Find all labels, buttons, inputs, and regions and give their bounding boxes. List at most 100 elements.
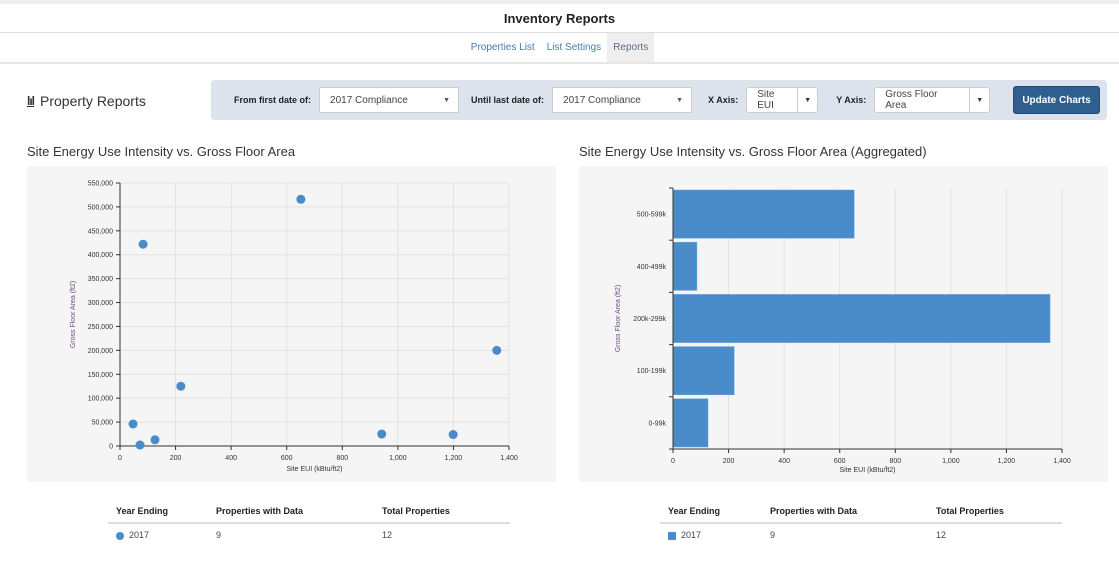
col-total-properties: Total Properties — [928, 500, 1062, 524]
bar — [672, 189, 855, 239]
sub-navigation: Properties List List Settings Reports — [0, 33, 1119, 64]
y-tick-label: 550,000 — [88, 181, 113, 188]
y-axis-dropdown[interactable]: Gross Floor Area ▼ — [874, 87, 991, 113]
y-tick-label: 500-599k — [637, 212, 667, 219]
until-date-value: 2017 Compliance — [563, 94, 641, 106]
x-tick-label: 1,200 — [998, 458, 1016, 465]
chevron-down-icon[interactable]: ▼ — [798, 87, 819, 113]
until-date-label: Until last date of: — [471, 95, 545, 105]
nav-list-settings[interactable]: List Settings — [541, 33, 607, 62]
x-tick-label: 400 — [225, 455, 237, 462]
scatter-chart: 0 200 400 600 800 1,000 1,200 1,400 0 50,000 100,0… — [70, 181, 518, 474]
data-point — [128, 419, 138, 429]
y-tick-label: 100-199k — [637, 368, 667, 375]
x-tick-label: 800 — [336, 455, 348, 462]
caret-down-icon: ▼ — [676, 96, 684, 104]
x-axis-dropdown[interactable]: Site EUI ▼ — [746, 87, 819, 113]
y-tick-label: 350,000 — [88, 276, 113, 283]
y-tick-label: 200k-299k — [633, 316, 666, 323]
y-tick-label: 250,000 — [88, 324, 113, 331]
from-date-value: 2017 Compliance — [330, 94, 408, 106]
total-properties-cell: 12 — [382, 530, 393, 540]
nav-reports[interactable]: Reports — [607, 33, 655, 62]
bar — [672, 241, 698, 291]
y-tick-label: 500,000 — [88, 204, 113, 211]
x-axis-title: Site EUI (kBtu/ft2) — [839, 467, 895, 474]
y-tick-label: 400-499k — [637, 264, 667, 271]
from-date-select[interactable]: 2017 Compliance ▼ — [319, 87, 460, 113]
bar-legend-table: Year Ending Properties with Data Total P… — [660, 500, 1062, 546]
header-title: Inventory Reports — [503, 11, 616, 26]
data-point — [296, 194, 306, 204]
data-point — [377, 429, 387, 439]
filter-bar: From first date of: 2017 Compliance ▼ Un… — [211, 80, 1107, 120]
update-charts-button[interactable]: Update Charts — [1013, 86, 1100, 114]
scatter-chart-title: Site Energy Use Intensity vs. Gross Floo… — [27, 144, 296, 159]
x-tick-label: 1,000 — [942, 458, 960, 465]
y-tick-label: 300,000 — [88, 300, 113, 307]
year-cell: 2017 — [129, 530, 150, 540]
x-tick-label: 0 — [118, 455, 122, 462]
y-tick-label: 0 — [109, 444, 113, 451]
x-tick-label: 1,400 — [500, 455, 518, 462]
y-axis-value[interactable]: Gross Floor Area — [874, 87, 971, 113]
data-point — [150, 435, 160, 445]
x-tick-label: 600 — [281, 455, 293, 462]
page-title: lıl Property Reports — [27, 93, 146, 109]
data-point — [448, 430, 458, 440]
y-tick-label: 150,000 — [88, 372, 113, 379]
y-tick-label: 200,000 — [88, 348, 113, 355]
bar — [672, 346, 735, 396]
x-tick-label: 0 — [671, 458, 675, 465]
bar-chart-title: Site Energy Use Intensity vs. Gross Floo… — [579, 144, 927, 159]
y-axis-title: Gross Floor Area (ft2) — [615, 285, 622, 352]
until-date-select[interactable]: 2017 Compliance ▼ — [552, 87, 693, 113]
col-year-ending: Year Ending — [660, 500, 762, 524]
y-tick-label: 100,000 — [88, 396, 113, 403]
circle-marker-icon — [116, 531, 124, 540]
scatter-legend-table: Year Ending Properties with Data Total P… — [108, 500, 510, 546]
col-properties-with-data: Properties with Data — [762, 500, 928, 524]
report-header-row: lıl Property Reports From first date of:… — [0, 80, 1119, 120]
x-tick-label: 200 — [170, 455, 182, 462]
nav-properties-list[interactable]: Properties List — [465, 33, 541, 62]
x-axis-label: X Axis: — [708, 95, 739, 105]
data-point — [492, 345, 502, 355]
x-tick-label: 800 — [889, 458, 901, 465]
properties-with-data-cell: 9 — [770, 530, 776, 540]
x-axis-value[interactable]: Site EUI — [746, 87, 799, 113]
page-title-text: Property Reports — [40, 93, 146, 109]
year-cell: 2017 — [681, 530, 702, 540]
bar — [672, 294, 1051, 343]
chevron-down-icon[interactable]: ▼ — [970, 87, 991, 113]
bar-chart-icon: lıl — [27, 94, 35, 108]
x-tick-label: 200 — [723, 458, 735, 465]
bar-chart-panel: 0 200 400 600 800 1,000 1,200 1,400 500-599k 400-… — [579, 166, 1108, 482]
x-tick-label: 400 — [778, 458, 790, 465]
data-point — [135, 440, 145, 450]
y-tick-label: 50,000 — [92, 420, 114, 427]
col-total-properties: Total Properties — [374, 500, 510, 524]
y-axis-label: Y Axis: — [836, 95, 867, 105]
square-marker-icon — [668, 531, 676, 540]
x-tick-label: 600 — [834, 458, 846, 465]
table-row: 2017 9 12 — [660, 523, 1062, 546]
data-point — [176, 381, 186, 391]
col-year-ending: Year Ending — [108, 500, 208, 524]
caret-down-icon: ▼ — [443, 96, 451, 104]
y-tick-label: 400,000 — [88, 252, 113, 259]
x-tick-label: 1,400 — [1053, 458, 1071, 465]
x-tick-label: 1,200 — [445, 455, 463, 462]
from-date-label: From first date of: — [234, 95, 312, 105]
table-row: 2017 9 12 — [108, 523, 510, 546]
x-tick-label: 1,000 — [389, 455, 407, 462]
y-tick-label: 0-99k — [648, 420, 666, 427]
scatter-chart-panel: 0 200 400 600 800 1,000 1,200 1,400 0 50,000 100,0… — [27, 166, 556, 482]
page-header: Inventory Reports — [0, 4, 1119, 33]
bar — [672, 398, 709, 448]
total-properties-cell: 12 — [936, 530, 947, 540]
y-tick-label: 450,000 — [88, 228, 113, 235]
data-point — [138, 239, 148, 249]
col-properties-with-data: Properties with Data — [208, 500, 374, 524]
y-axis-title: Gross Floor Area (ft2) — [70, 281, 77, 348]
